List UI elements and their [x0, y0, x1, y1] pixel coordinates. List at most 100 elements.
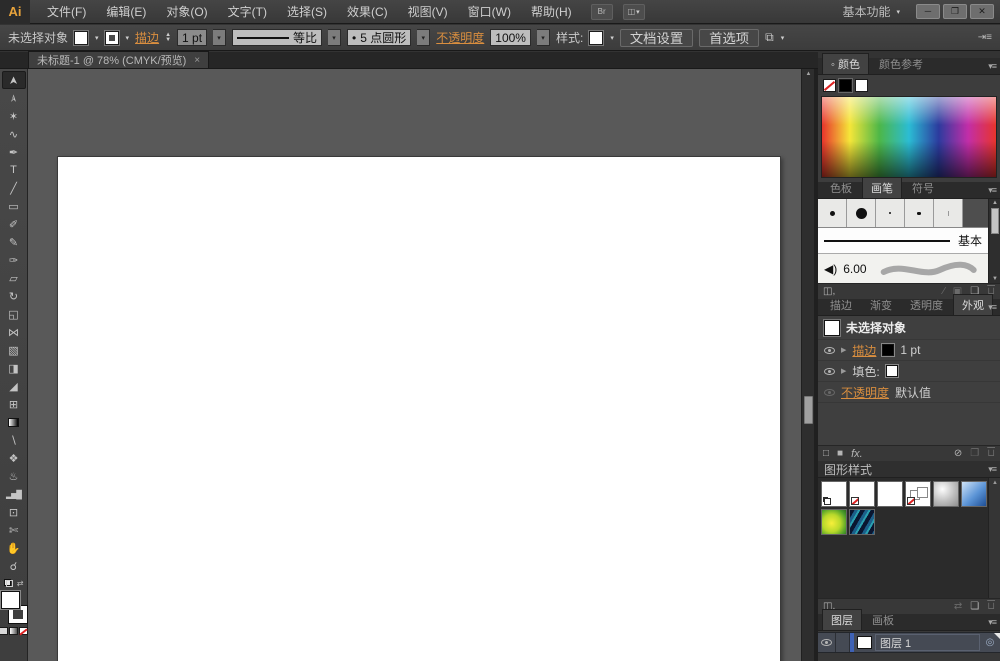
disclosure-triangle-icon[interactable]: ▶	[841, 346, 846, 354]
mesh-tool[interactable]: ⊞	[2, 395, 26, 413]
tab-layers[interactable]: 图层	[822, 609, 862, 630]
scale-tool[interactable]: ◱	[2, 305, 26, 323]
shape-builder-tool[interactable]: ◨	[2, 359, 26, 377]
minimize-button[interactable]: ─	[916, 4, 940, 19]
stroke-weight-field[interactable]: 1 pt	[177, 29, 208, 46]
magic-wand-tool[interactable]: ✶	[2, 107, 26, 125]
artboard-tool[interactable]: ⊡	[2, 503, 26, 521]
menu-file[interactable]: 文件(F)	[38, 0, 95, 23]
width-profile-dropdown[interactable]: 等比	[232, 29, 323, 46]
symbol-sprayer-tool[interactable]: ♨	[2, 467, 26, 485]
white-swatch[interactable]	[855, 78, 868, 92]
fill-box[interactable]	[0, 591, 20, 609]
panel-menu-icon[interactable]: ▾≡	[988, 464, 997, 475]
add-new-stroke-icon[interactable]: □	[823, 448, 829, 459]
menu-effect[interactable]: 效果(C)	[338, 0, 397, 23]
tab-swatches[interactable]: 色板	[822, 178, 860, 198]
stroke-link[interactable]: 描边	[852, 342, 876, 359]
selection-tool[interactable]: ➤	[1, 71, 26, 89]
stroke-weight-stepper[interactable]: ▲ ▼	[165, 32, 171, 43]
tab-appearance[interactable]: 外观	[953, 294, 993, 315]
menu-object[interactable]: 对象(O)	[157, 0, 216, 23]
brush-definition-arrow[interactable]: ▾	[417, 29, 431, 46]
new-style-icon[interactable]: ❏	[970, 601, 979, 612]
menu-window[interactable]: 窗口(W)	[459, 0, 520, 23]
add-effect-icon[interactable]: fx.	[851, 448, 863, 460]
direct-selection-tool[interactable]: ➢	[2, 89, 26, 107]
lasso-tool[interactable]: ∿	[2, 125, 26, 143]
panel-menu-icon[interactable]: ▾≡	[988, 185, 997, 196]
basic-brush-row[interactable]: 基本	[818, 227, 988, 253]
gradient-tool[interactable]	[2, 413, 26, 431]
color-spectrum[interactable]	[821, 96, 997, 178]
zoom-tool[interactable]: ☌	[2, 557, 26, 575]
scroll-up-icon[interactable]: ▲	[802, 71, 815, 77]
brush-definition-dropdown[interactable]: • 5 点圆形	[347, 29, 412, 46]
fill-color-swatch[interactable]	[74, 30, 89, 45]
stroke-panel-link[interactable]: 描边	[135, 29, 159, 46]
stroke-color-chip[interactable]	[882, 344, 895, 356]
opacity-link[interactable]: 不透明度	[841, 384, 889, 401]
paintbrush-tool[interactable]: ✐	[2, 215, 26, 233]
graphic-style-no-fill[interactable]	[849, 481, 875, 507]
eyedropper-tool[interactable]: ∖	[2, 431, 26, 449]
scroll-down-icon[interactable]: ▼	[989, 276, 1000, 282]
appearance-stroke-row[interactable]: ▶ 描边 1 pt	[818, 340, 1000, 361]
chevron-down-icon[interactable]: ▾	[610, 34, 614, 42]
layer-thumbnail[interactable]	[857, 636, 872, 649]
chevron-down-icon[interactable]: ▾	[781, 34, 785, 42]
scrollbar-thumb[interactable]	[804, 396, 813, 424]
delete-item-icon[interactable]: ⊔	[987, 448, 995, 459]
visibility-eye-icon[interactable]	[824, 388, 835, 396]
tab-brushes[interactable]: 画笔	[862, 177, 902, 198]
close-button[interactable]: ✕	[970, 4, 994, 19]
control-panel-menu-icon[interactable]: ⇥≡	[978, 32, 992, 43]
rectangle-tool[interactable]: ▭	[2, 197, 26, 215]
add-new-fill-icon[interactable]: ■	[837, 448, 843, 459]
canvas[interactable]	[28, 69, 801, 661]
style-swatch[interactable]	[589, 30, 604, 45]
brush-item[interactable]	[876, 199, 905, 227]
black-swatch[interactable]	[839, 78, 852, 92]
brushes-scrollbar[interactable]: ▲ ▼	[988, 199, 1000, 283]
perspective-grid-tool[interactable]: ◢	[2, 377, 26, 395]
clear-appearance-icon[interactable]: ⊘	[954, 448, 962, 459]
chevron-down-icon[interactable]: ▾	[126, 34, 130, 42]
appearance-opacity-row[interactable]: 不透明度 默认值	[818, 382, 1000, 403]
layer-row[interactable]: 图层 1 ◎	[818, 632, 1000, 653]
restore-button[interactable]: ❐	[943, 4, 967, 19]
disclosure-triangle-icon[interactable]: ▶	[841, 367, 846, 375]
eraser-tool[interactable]: ▱	[2, 269, 26, 287]
blob-brush-tool[interactable]: ✑	[2, 251, 26, 269]
tab-transparency[interactable]: 透明度	[902, 295, 951, 315]
rotate-tool[interactable]: ↻	[2, 287, 26, 305]
tab-symbols[interactable]: 符号	[904, 178, 942, 198]
tab-artboards[interactable]: 画板	[864, 610, 902, 630]
document-tab[interactable]: 未标题-1 @ 78% (CMYK/预览) ×	[28, 51, 210, 68]
stroke-color-swatch[interactable]	[104, 30, 119, 45]
graphic-style-yellow-organic[interactable]	[821, 509, 847, 535]
tab-color[interactable]: ◦ 颜色	[822, 53, 869, 74]
width-profile-arrow[interactable]: ▾	[328, 29, 342, 46]
stroke-weight-dropdown[interactable]: ▾	[213, 29, 227, 46]
free-transform-tool[interactable]: ▧	[2, 341, 26, 359]
vertical-scrollbar[interactable]: ▲	[801, 69, 814, 661]
brush-item[interactable]	[934, 199, 963, 227]
width-tool[interactable]: ⋈	[2, 323, 26, 341]
brush-item[interactable]	[905, 199, 934, 227]
brush-item[interactable]	[847, 199, 876, 227]
hand-tool[interactable]: ✋	[2, 539, 26, 557]
visibility-eye-icon[interactable]	[824, 367, 835, 375]
menu-edit[interactable]: 编辑(E)	[97, 0, 155, 23]
bridge-icon[interactable]: Br	[590, 3, 613, 20]
duplicate-item-icon[interactable]: ❐	[970, 448, 979, 459]
visibility-eye-icon[interactable]	[824, 346, 835, 354]
menu-view[interactable]: 视图(V)	[399, 0, 457, 23]
opacity-arrow[interactable]: ▾	[536, 29, 550, 46]
graphic-styles-scrollbar[interactable]: ▲	[988, 478, 1000, 598]
tab-color-guide[interactable]: 颜色参考	[871, 54, 931, 74]
appearance-fill-row[interactable]: ▶ 填色:	[818, 361, 1000, 382]
layer-lock-cell[interactable]	[836, 633, 850, 652]
unlink-style-icon[interactable]: ⇄	[954, 601, 962, 612]
blend-tool[interactable]: ❖	[2, 449, 26, 467]
